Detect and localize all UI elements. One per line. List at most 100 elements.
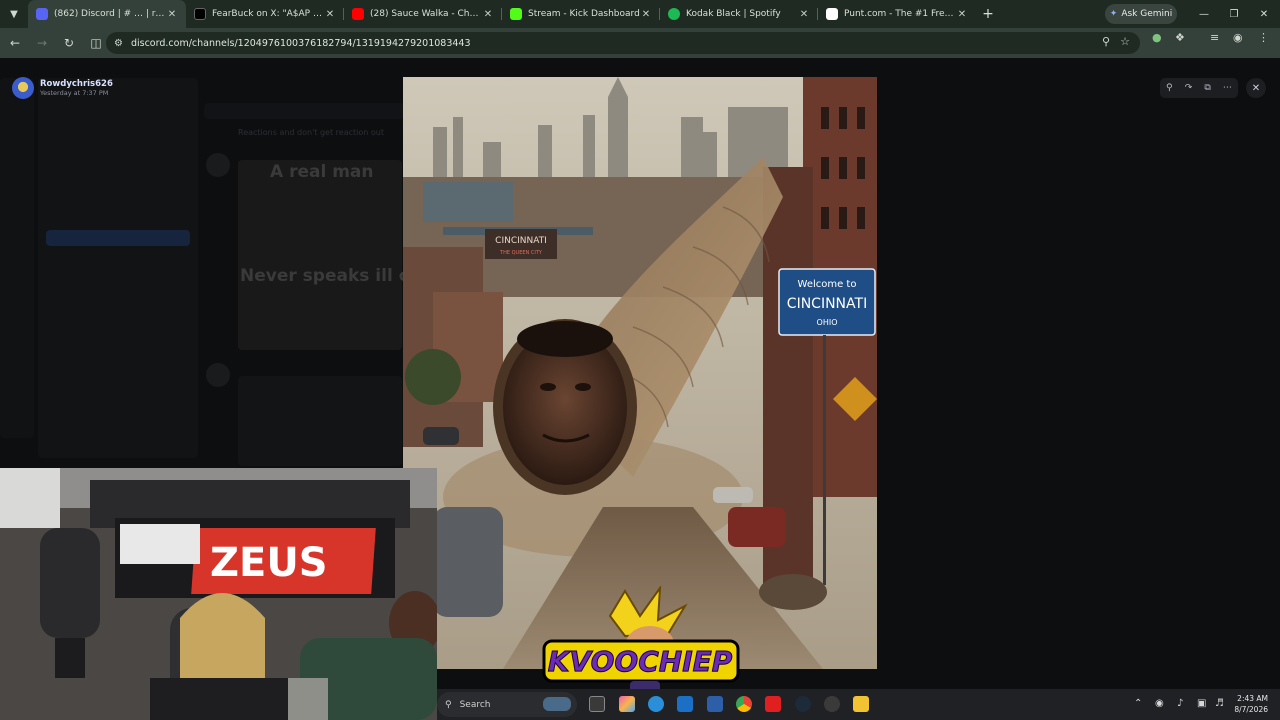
minimize-button[interactable]: — [1188, 0, 1220, 28]
close-viewer-button[interactable]: ✕ [1246, 78, 1266, 98]
close-tab-icon[interactable]: ✕ [956, 9, 968, 20]
forward-share-icon[interactable]: ↷ [1185, 83, 1193, 93]
microphone-icon[interactable]: ♪ [1177, 698, 1183, 709]
viewer-image[interactable]: CINCINNATI THE QUEEN CITY Welcome to CIN… [403, 77, 877, 669]
extension-icon[interactable]: ● [1152, 31, 1162, 44]
ghost-avatar [206, 363, 230, 387]
reload-button[interactable]: ↻ [57, 31, 81, 55]
system-clock[interactable]: 2:43 AM 8/7/2026 [1234, 693, 1268, 715]
app-icon[interactable] [707, 696, 723, 712]
edge-icon[interactable] [648, 696, 664, 712]
more-options-icon[interactable]: ⋯ [1223, 83, 1232, 93]
channel-list [38, 78, 198, 458]
back-button[interactable]: ← [3, 31, 27, 55]
close-tab-icon[interactable]: ✕ [640, 9, 652, 20]
tab-search-icon[interactable]: ▼ [0, 0, 28, 28]
upload-timestamp: Yesterday at 7:37 PM [40, 89, 109, 97]
steam-icon[interactable] [795, 696, 811, 712]
zeus-banner: ZEUS [210, 540, 328, 586]
ghost-heading: A real man [270, 162, 374, 182]
x-favicon-icon [194, 8, 206, 20]
clock-date: 8/7/2026 [1234, 705, 1268, 714]
open-external-icon[interactable]: ⧉ [1204, 83, 1210, 93]
site-info-icon[interactable]: ⚙ [114, 38, 123, 49]
tab-title: FearBuck on X: "A$AP Rocky g… [212, 9, 324, 19]
ask-gemini-label: Ask Gemini [1121, 9, 1173, 19]
chrome-icon[interactable] [736, 696, 752, 712]
youtube-favicon-icon [352, 8, 364, 20]
menu-icon[interactable]: ⋮ [1258, 31, 1269, 44]
speaker-icon[interactable]: ♬ [1215, 698, 1224, 709]
windows-taskbar: ⚲ Search ⌃ ◉ ♪ ▣ ♬ 2:43 AM 8/7/2026 [437, 689, 1280, 720]
kick-favicon-icon [510, 8, 522, 20]
file-explorer-icon[interactable] [853, 696, 869, 712]
obs-icon[interactable] [824, 696, 840, 712]
uploader-info: Rowdychris626 Yesterday at 7:37 PM [12, 77, 113, 99]
tab-x[interactable]: FearBuck on X: "A$AP Rocky g… ✕ [186, 0, 344, 28]
server-rail [0, 78, 34, 438]
sign-line2: CINCINNATI [787, 296, 867, 312]
discord-favicon-icon [36, 8, 48, 20]
search-highlight-icon [543, 697, 571, 711]
display-icon[interactable]: ▣ [1197, 698, 1206, 709]
image-viewer-controls: ⚲ ↷ ⧉ ⋯ [1160, 78, 1238, 98]
tray-chevron-icon[interactable]: ⌃ [1134, 698, 1142, 709]
city-banner-sub: THE QUEEN CITY [499, 250, 543, 256]
search-placeholder: Search [459, 699, 491, 710]
sign-line3: OHIO [817, 318, 838, 327]
zoom-in-icon[interactable]: ⚲ [1166, 83, 1173, 93]
message-bar [204, 103, 404, 119]
punt-favicon-icon [826, 8, 838, 20]
browser-toolbar: ← → ↻ ◫ ⚙ discord.com/channels/120497610… [0, 28, 1280, 58]
taskbar-search[interactable]: ⚲ Search [437, 692, 577, 717]
address-bar[interactable]: ⚙ discord.com/channels/12049761003761827… [106, 32, 1140, 54]
reading-list-icon[interactable]: ≡ [1210, 31, 1219, 44]
channel-button [46, 230, 190, 246]
tab-discord[interactable]: (862) Discord | # … | reactions ✕ [28, 0, 186, 28]
sidebar-toggle-icon[interactable]: ◫ [84, 31, 108, 55]
ghost-image [238, 160, 402, 350]
close-tab-icon[interactable]: ✕ [482, 9, 494, 20]
gemini-sparkle-icon: ✦ [1109, 9, 1118, 19]
bookmark-star-icon[interactable]: ☆ [1120, 35, 1130, 48]
network-tray-icon[interactable]: ◉ [1155, 698, 1164, 709]
tab-spotify[interactable]: Kodak Black | Spotify ✕ [660, 0, 818, 28]
tab-kick[interactable]: Stream - Kick Dashboard ✕ [502, 0, 660, 28]
sign-line1: Welcome to [798, 279, 857, 290]
new-tab-button[interactable]: + [976, 6, 1000, 22]
copilot-icon[interactable] [619, 696, 635, 712]
tab-title: Stream - Kick Dashboard [528, 9, 640, 19]
restore-button[interactable]: ❐ [1218, 0, 1250, 28]
streamer-logo: KVOOCHIEP [542, 586, 740, 699]
profile-avatar-icon[interactable]: ◉ [1233, 31, 1243, 44]
tab-strip: ▼ (862) Discord | # … | reactions ✕ Fear… [0, 0, 1280, 28]
close-tab-icon[interactable]: ✕ [166, 9, 178, 20]
spotify-favicon-icon [668, 8, 680, 20]
close-tab-icon[interactable]: ✕ [798, 9, 810, 20]
ghost-line: Reactions and don't get reaction out [238, 128, 384, 137]
close-window-button[interactable]: ✕ [1248, 0, 1280, 28]
ask-gemini-button[interactable]: ✦ Ask Gemini [1105, 4, 1177, 24]
forward-button[interactable]: → [30, 31, 54, 55]
tab-title: (862) Discord | # … | reactions [54, 9, 166, 19]
search-icon: ⚲ [445, 699, 452, 710]
clock-time: 2:43 AM [1237, 694, 1268, 703]
tab-punt[interactable]: Punt.com - The #1 Free to Play ✕ [818, 0, 976, 28]
tab-youtube[interactable]: (28) Sauce Walka - Change Up ✕ [344, 0, 502, 28]
extensions-puzzle-icon[interactable]: ❖ [1175, 31, 1185, 44]
zoom-icon[interactable]: ⚲ [1102, 35, 1110, 48]
logo-text: KVOOCHIEP [548, 645, 733, 678]
discord-page: Reactions and don't get reaction out A r… [0, 58, 1280, 720]
task-view-icon[interactable] [589, 696, 605, 712]
avatar[interactable] [12, 77, 34, 99]
uploader-name[interactable]: Rowdychris626 [40, 79, 113, 89]
store-icon[interactable] [677, 696, 693, 712]
url-text: discord.com/channels/1204976100376182794… [130, 37, 471, 49]
tab-title: Kodak Black | Spotify [686, 9, 781, 19]
youtube-icon[interactable] [765, 696, 781, 712]
tab-title: (28) Sauce Walka - Change Up [370, 9, 482, 19]
ghost-avatar [206, 153, 230, 177]
close-tab-icon[interactable]: ✕ [324, 9, 336, 20]
ghost-heading: Never speaks ill of [240, 266, 418, 286]
city-banner: CINCINNATI [495, 236, 547, 246]
